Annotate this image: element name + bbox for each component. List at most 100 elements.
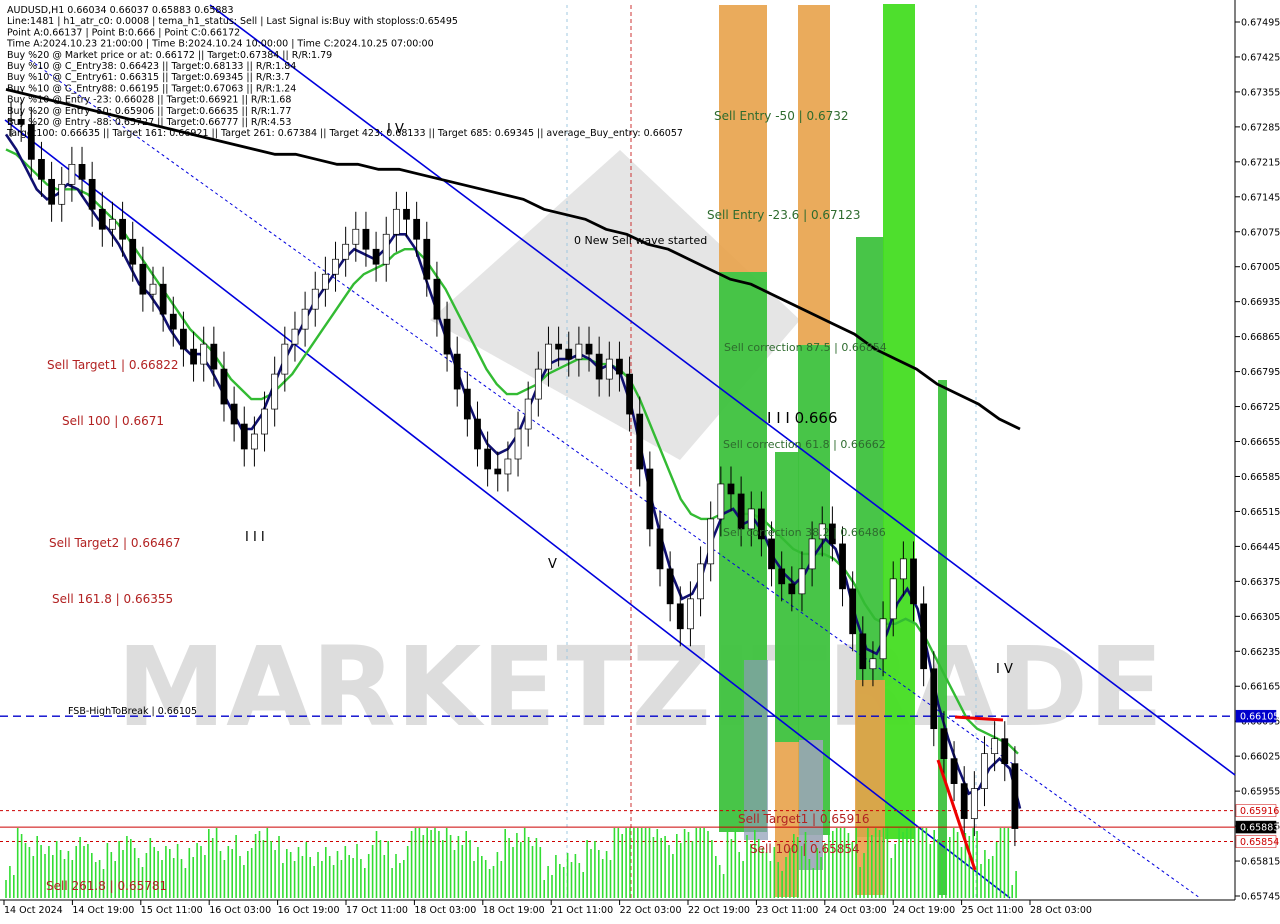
watermark-text: MARKETZITRADE [117, 623, 1164, 751]
time-tick-label: 14 Oct 19:00 [72, 905, 134, 916]
time-tick-label: 24 Oct 19:00 [893, 905, 955, 916]
candle-body [889, 578, 897, 620]
candle-body [545, 343, 552, 370]
price-badge-label: 0.65854 [1240, 837, 1279, 848]
ann-sell-entry-50: Sell Entry -50 | 0.6732 [714, 109, 848, 123]
time-tick-label: 22 Oct 19:00 [688, 905, 750, 916]
price-tick-label: 0.66585 [1241, 472, 1280, 483]
zone-orange-2 [798, 5, 830, 345]
candle-body [930, 668, 938, 730]
price-tick-label: 0.67145 [1241, 192, 1280, 203]
info-line: AUDUSD,H1 0.66034 0.66037 0.65883 0.6588… [7, 5, 234, 16]
ann-sell-target1-b: Sell Target1 | 0.65916 [738, 812, 870, 826]
candle-body [839, 543, 846, 590]
candle-body [443, 318, 451, 355]
candle-body [1011, 763, 1019, 829]
candle-body [453, 353, 461, 390]
candle-body [200, 343, 208, 365]
ann-sell-entry-236: Sell Entry -23.6 | 0.67123 [707, 208, 861, 222]
zone-green-3 [775, 452, 799, 742]
time-tick-label: 21 Oct 11:00 [551, 905, 613, 916]
candle-body [271, 373, 279, 410]
candle-body [301, 308, 309, 330]
price-tick-label: 0.65955 [1241, 787, 1280, 798]
time-tick-label: 14 Oct 2024 [4, 905, 63, 916]
candle-body [859, 633, 867, 670]
candle-body [910, 558, 917, 605]
info-line: Buy %10 @ Entry -23: 0.66028 || Target:0… [7, 95, 291, 106]
info-line: Buy %20 @ Entry -50: 0.65906 || Target:0… [7, 106, 291, 117]
price-tick-label: 0.67495 [1241, 18, 1280, 29]
ann-wave-iv-b: I V [996, 662, 1013, 677]
price-tick-label: 0.66655 [1241, 437, 1280, 448]
candle-body [240, 423, 248, 450]
candle-body [78, 163, 86, 180]
candle-body [68, 163, 76, 185]
candle-body [737, 493, 745, 530]
chart-window[interactable]: MARKETZITRADE AUDUSD,H1 0.66034 0.66037 … [0, 0, 1280, 920]
price-chart[interactable]: MARKETZITRADE AUDUSD,H1 0.66034 0.66037 … [0, 0, 1280, 920]
price-tick-label: 0.67355 [1241, 87, 1280, 98]
time-tick-label: 18 Oct 19:00 [483, 905, 545, 916]
candle-body [697, 563, 704, 600]
candle-body [210, 343, 218, 370]
candle-body [534, 368, 542, 400]
candle-body [474, 418, 481, 450]
info-line: Buy %20 @ Entry -88: 0.65727 || Target:0… [7, 117, 291, 128]
price-tick-label: 0.66305 [1241, 612, 1280, 623]
time-tick-label: 16 Oct 03:00 [209, 905, 271, 916]
info-line: Line:1481 | h1_atr_c0: 0.0008 | tema_h1_… [7, 16, 458, 27]
candle-body [991, 738, 999, 755]
candle-body [48, 178, 55, 205]
candle-body [169, 313, 177, 330]
candle-body [626, 373, 633, 415]
price-tick-label: 0.67005 [1241, 262, 1280, 273]
candle-body [190, 348, 197, 365]
price-tick-label: 0.66375 [1241, 577, 1280, 588]
price-tick-label: 0.65815 [1241, 857, 1280, 868]
ann-fsb-high: FSB-HighToBreak | 0.66105 [68, 706, 197, 717]
candle-body [575, 343, 583, 360]
candle-body [565, 348, 573, 360]
candle-body [899, 558, 907, 580]
candle-body [494, 468, 502, 475]
candle-body [646, 468, 654, 530]
info-line: Buy %20 @ Market price or at: 0.66172 ||… [7, 50, 332, 61]
candle-body [950, 758, 958, 784]
price-tick-label: 0.67215 [1241, 157, 1280, 168]
price-tick-label: 0.66235 [1241, 647, 1280, 658]
ann-sell-100-b: Sell 100 | 0.65854 [750, 842, 860, 856]
candle-body [332, 258, 339, 275]
candle-body [707, 518, 715, 565]
candle-body [605, 358, 613, 380]
price-tick-label: 0.66445 [1241, 542, 1280, 553]
candle-body [585, 343, 593, 355]
candle-body [352, 228, 360, 245]
ann-sell-261: Sell 261.8 | 0.65781 [46, 879, 167, 893]
price-tick-label: 0.66935 [1241, 297, 1280, 308]
price-tick-label: 0.66865 [1241, 332, 1280, 343]
candle-body [382, 233, 390, 265]
ann-sell-target1-a: Sell Target1 | 0.66822 [47, 358, 179, 372]
candle-body [636, 413, 644, 470]
info-line: Point A:0.66137 | Point B:0.666 | Point … [7, 27, 240, 38]
candle-body [768, 538, 775, 570]
price-tick-label: 0.66515 [1241, 507, 1280, 518]
zone-orange-4 [855, 680, 885, 895]
info-line: Buy %10 @ C_Entry38: 0.66423 || Target:0… [7, 61, 296, 72]
time-tick-label: 17 Oct 11:00 [346, 905, 408, 916]
candle-body [159, 283, 167, 315]
candle-body [798, 568, 806, 595]
price-badge-label: 0.65883 [1240, 823, 1279, 834]
candle-body [666, 568, 674, 605]
price-tick-label: 0.65745 [1241, 892, 1280, 903]
ann-sell-161: Sell 161.8 | 0.66355 [52, 592, 173, 606]
price-tick-label: 0.67075 [1241, 227, 1280, 238]
candle-body [230, 403, 238, 425]
time-tick-label: 15 Oct 11:00 [141, 905, 203, 916]
time-tick-label: 16 Oct 19:00 [278, 905, 340, 916]
candle-body [970, 788, 978, 819]
candle-body [98, 208, 106, 230]
candle-body [180, 328, 187, 350]
price-tick-label: 0.66025 [1241, 752, 1280, 763]
